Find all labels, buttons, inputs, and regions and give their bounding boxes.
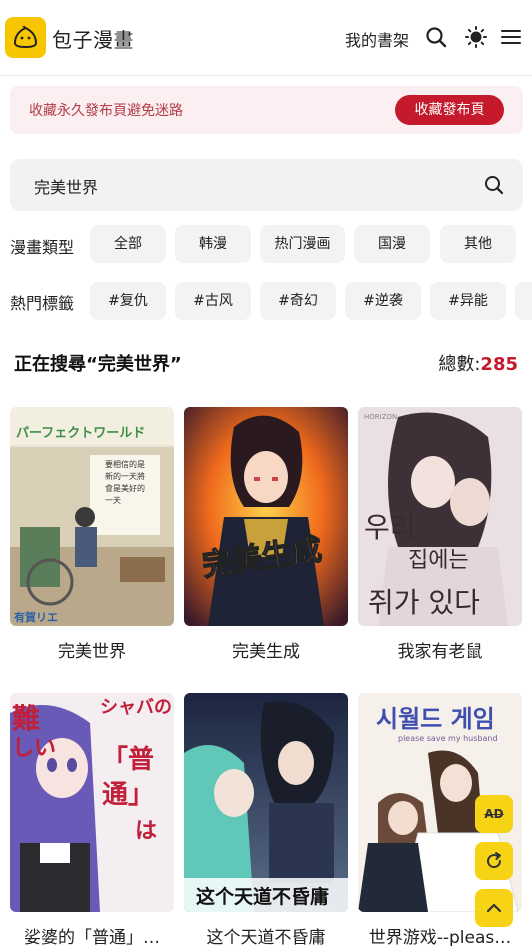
type-chip-all[interactable]: 全部 — [90, 225, 166, 263]
search-input[interactable]: 完美世界 — [10, 159, 523, 211]
search-input-value[interactable]: 完美世界 — [34, 174, 98, 198]
comic-cover[interactable]: 这个天道不昏庸 — [184, 693, 348, 912]
comic-cover[interactable]: 完美生成 — [184, 407, 348, 626]
svg-text:一天: 一天 — [105, 496, 121, 505]
hide-ads-button[interactable]: AD — [475, 795, 513, 833]
notice-text: 收藏永久發布頁避免迷路 — [29, 103, 183, 119]
svg-text:は: は — [135, 819, 157, 844]
bookmark-page-button[interactable]: 收藏發布頁 — [395, 95, 504, 125]
scroll-top-button[interactable] — [475, 889, 513, 927]
theme-toggle-icon[interactable] — [465, 26, 487, 48]
top-header: 包子漫畫 我的書架 — [0, 0, 532, 76]
comic-card[interactable]: HORIZON 우리 집에는 쥐가 있다 我家有老鼠 — [358, 407, 522, 662]
search-icon[interactable] — [425, 26, 447, 48]
comic-cover[interactable]: シャバの 「普 通」 は 難 しい — [10, 693, 174, 912]
svg-text:집에는: 집에는 — [408, 548, 469, 573]
refresh-icon — [487, 852, 502, 869]
svg-text:新的一天將: 新的一天將 — [105, 471, 145, 481]
comic-card[interactable]: 这个天道不昏庸 这个天道不昏庸 — [184, 693, 348, 946]
comic-card[interactable]: パーフェクトワールド 要相信的是 新的一天將 會是美好的 一天 有賀リエ 完美世… — [10, 407, 174, 662]
logo-icon[interactable] — [5, 17, 46, 58]
menu-icon[interactable] — [500, 26, 522, 48]
results-count: 總數:285 — [438, 350, 518, 376]
svg-text:シャバの: シャバの — [100, 697, 172, 718]
svg-text:우리: 우리 — [364, 511, 416, 544]
svg-text:難: 難 — [12, 702, 40, 735]
tag-chip-comeback[interactable]: #逆袭 — [345, 282, 421, 320]
comic-card[interactable]: シャバの 「普 通」 は 難 しい 娑婆的「普通」… — [10, 693, 174, 946]
svg-text:しい: しい — [12, 736, 56, 761]
tag-chip-superpower[interactable]: #异能 — [430, 282, 506, 320]
refresh-button[interactable] — [475, 842, 513, 880]
svg-text:通」: 通」 — [102, 780, 154, 810]
search-submit-icon[interactable] — [483, 174, 505, 196]
svg-text:「普: 「普 — [102, 744, 154, 775]
chevron-up-icon — [486, 903, 502, 913]
comic-title[interactable]: 娑婆的「普通」… — [10, 923, 174, 946]
svg-text:會是美好的: 會是美好的 — [105, 483, 145, 493]
ad-label: AD — [484, 807, 504, 821]
notice-banner: 收藏永久發布頁避免迷路 收藏發布頁 — [10, 86, 523, 134]
comic-title[interactable]: 我家有老鼠 — [358, 637, 522, 662]
tag-chip-ancient[interactable]: #古风 — [175, 282, 251, 320]
svg-text:パーフェクトワールド: パーフェクトワールド — [16, 426, 145, 441]
svg-text:有賀リエ: 有賀リエ — [14, 610, 58, 624]
svg-text:要相信的是: 要相信的是 — [105, 459, 145, 469]
svg-text:쥐가 있다: 쥐가 있다 — [368, 586, 480, 619]
results-count-label: 總數: — [438, 354, 481, 375]
hot-tags-label: 熱門標籤 — [10, 294, 75, 313]
type-chip-korean[interactable]: 韩漫 — [175, 225, 251, 263]
comic-type-label: 漫畫類型 — [10, 238, 75, 257]
tag-chip-revenge[interactable]: #复仇 — [90, 282, 166, 320]
tag-chip-fantasy[interactable]: #奇幻 — [260, 282, 336, 320]
svg-text:please save my husband: please save my husband — [398, 734, 498, 743]
type-chip-other[interactable]: 其他 — [440, 225, 516, 263]
svg-text:시월드 게임: 시월드 게임 — [376, 705, 495, 733]
comic-cover[interactable]: HORIZON 우리 집에는 쥐가 있다 — [358, 407, 522, 626]
results-count-number: 285 — [480, 354, 518, 375]
comic-card[interactable]: 完美生成 完美生成 — [184, 407, 348, 662]
svg-text:这个天道不昏庸: 这个天道不昏庸 — [196, 885, 329, 908]
tag-chip-overflow[interactable] — [515, 282, 532, 320]
type-chip-chinese[interactable]: 国漫 — [354, 225, 430, 263]
results-title: 正在搜尋“完美世界” — [14, 354, 182, 375]
site-name[interactable]: 包子漫畫 — [52, 24, 134, 53]
comic-title[interactable]: 完美生成 — [184, 637, 348, 662]
type-chip-hot[interactable]: 热门漫画 — [260, 225, 345, 263]
comic-title[interactable]: 完美世界 — [10, 637, 174, 662]
comic-cover[interactable]: パーフェクトワールド 要相信的是 新的一天將 會是美好的 一天 有賀リエ — [10, 407, 174, 626]
svg-text:HORIZON: HORIZON — [364, 413, 397, 421]
comic-title[interactable]: 这个天道不昏庸 — [184, 923, 348, 946]
bookshelf-link[interactable]: 我的書架 — [345, 27, 409, 51]
